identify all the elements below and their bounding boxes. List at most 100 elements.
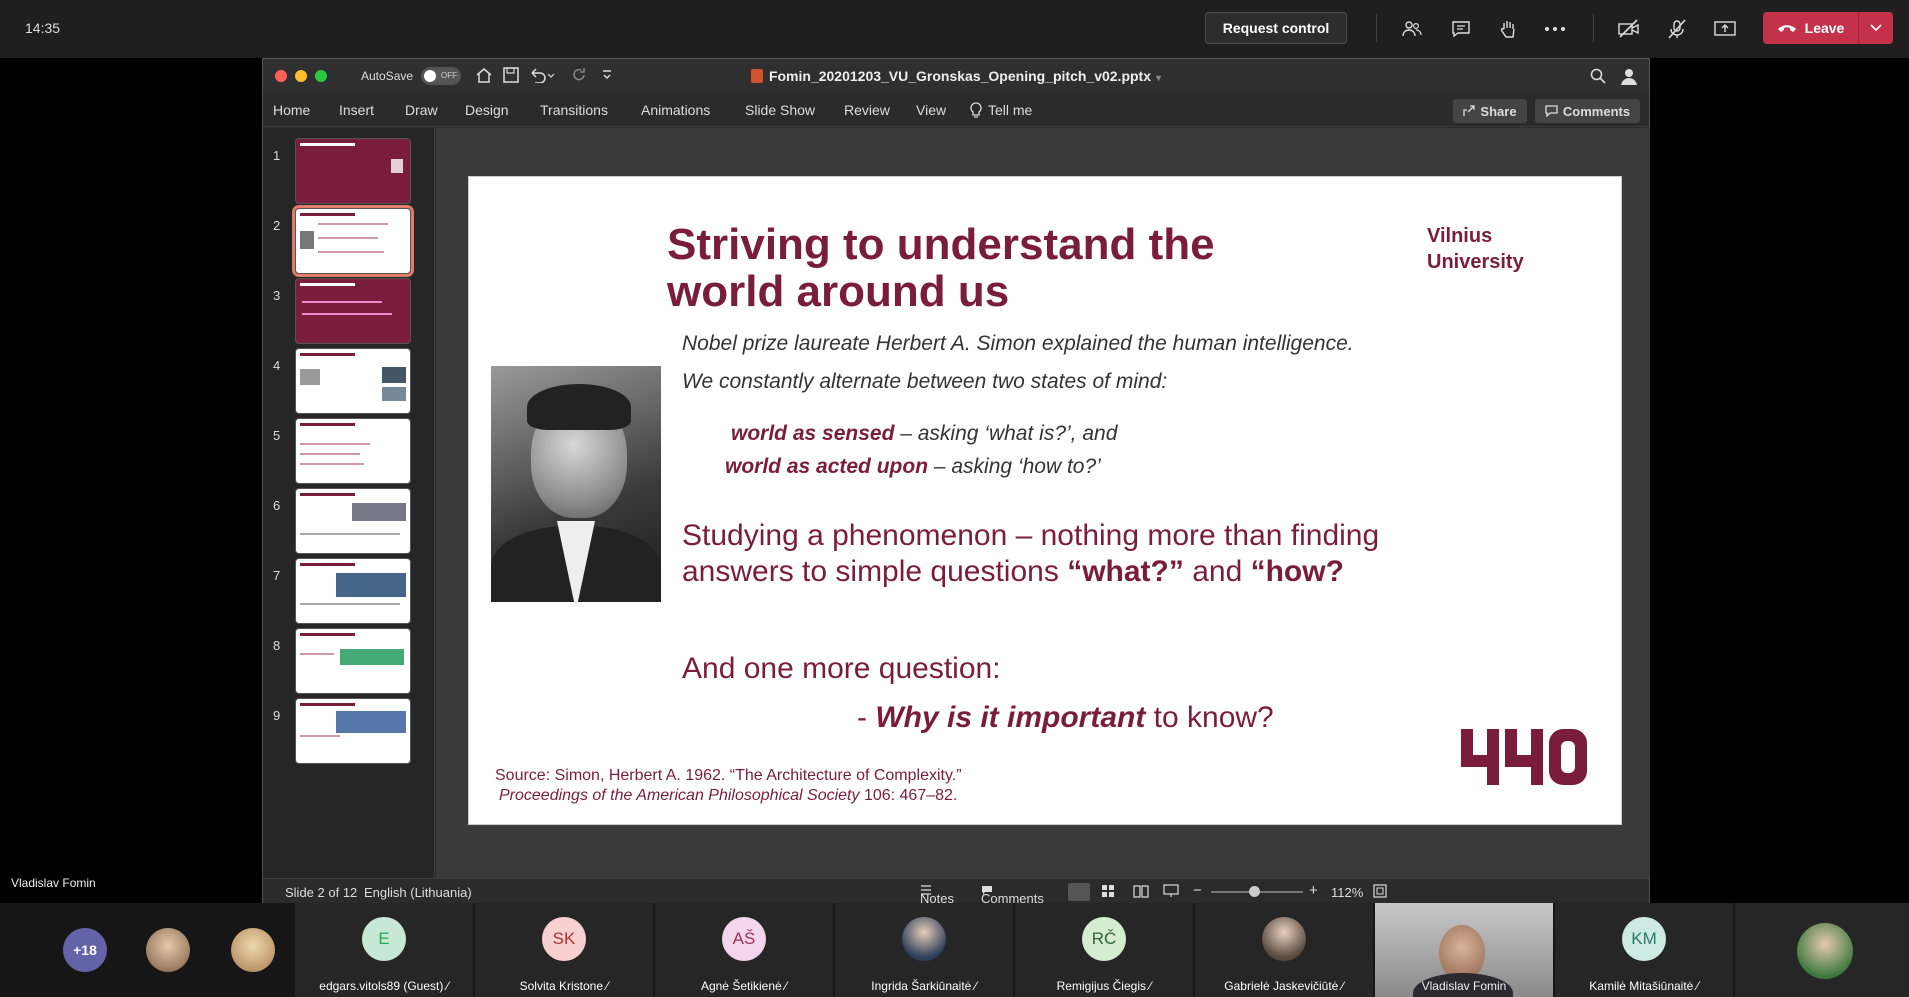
participant-initials: E — [362, 917, 406, 961]
self-view-tile[interactable] — [1735, 903, 1909, 997]
slide-thumbnail[interactable]: 5 — [263, 418, 434, 488]
tab-transitions[interactable]: Transitions — [540, 102, 608, 118]
search-icon[interactable] — [1589, 67, 1607, 85]
share-icon — [1463, 105, 1476, 116]
zoom-out-icon[interactable]: − — [1193, 882, 1202, 899]
leave-main[interactable]: Leave — [1763, 12, 1859, 44]
participants-icon[interactable] — [1397, 14, 1427, 44]
leave-button[interactable]: Leave — [1763, 12, 1893, 44]
tab-home[interactable]: Home — [273, 102, 310, 118]
slide-sorter-icon[interactable] — [1101, 884, 1115, 898]
thumbnail-image[interactable] — [295, 418, 411, 484]
slide-thumbnail[interactable]: 3 — [263, 278, 434, 348]
tab-review[interactable]: Review — [844, 102, 890, 118]
slide-thumbnail[interactable]: 6 — [263, 488, 434, 558]
participant-name: Gabrielė Jaskevičiūtė ⁄ — [1195, 979, 1373, 993]
more-options-icon[interactable] — [1540, 14, 1570, 44]
thumbnail-image[interactable] — [295, 628, 411, 694]
participant-avatar — [902, 917, 946, 961]
tab-design[interactable]: Design — [465, 102, 509, 118]
slide-thumbnail[interactable]: 1 — [263, 138, 434, 208]
zoom-level[interactable]: 112% — [1331, 885, 1363, 900]
participant-name: Vladislav Fomin — [1375, 979, 1553, 993]
name-text: Agnė Šetikienė — [700, 979, 782, 993]
normal-view-icon[interactable] — [1068, 883, 1090, 901]
meeting-clock: 14:35 — [25, 20, 61, 36]
participant-initials: KM — [1622, 917, 1666, 961]
self-avatar — [1797, 923, 1853, 979]
thumbnail-image[interactable] — [292, 205, 414, 277]
comments-button[interactable]: Comments — [1535, 99, 1640, 123]
source-line-2: Proceedings of the American Philosophica… — [499, 787, 957, 805]
thumbnail-image[interactable] — [295, 348, 411, 414]
what-question: “what?” — [1067, 555, 1184, 588]
participant-tile[interactable]: AŠ Agnė Šetikienė ⁄ — [655, 903, 833, 997]
participant-tile[interactable]: E edgars.vitols89 (Guest) ⁄ — [295, 903, 473, 997]
intro-line-2: We constantly alternate between two stat… — [682, 370, 1168, 393]
chat-icon[interactable] — [1446, 14, 1476, 44]
text-part: - — [857, 701, 876, 734]
zoom-slider-handle[interactable] — [1249, 886, 1260, 897]
thumbnail-image[interactable] — [295, 278, 411, 344]
share-button[interactable]: Share — [1453, 99, 1527, 123]
thumbnail-image[interactable] — [295, 138, 411, 204]
why-important-line: - Why is it important to know? — [857, 701, 1274, 735]
zoom-in-icon[interactable]: + — [1309, 882, 1318, 899]
participant-tile[interactable]: Gabrielė Jaskevičiūtė ⁄ — [1195, 903, 1373, 997]
notes-button[interactable]: Notes — [920, 885, 954, 906]
account-icon[interactable] — [1619, 66, 1639, 86]
chevron-down-icon — [1870, 24, 1882, 32]
tab-view[interactable]: View — [916, 102, 946, 118]
share-screen-icon[interactable] — [1710, 14, 1740, 44]
sensed-rest: – asking ‘what is?’, and — [894, 422, 1118, 445]
comment-icon — [1545, 105, 1558, 117]
participant-avatar[interactable] — [146, 928, 190, 972]
participant-tile[interactable]: KM Kamilė Mitašiūnaitė ⁄ — [1555, 903, 1733, 997]
slide-thumbnail[interactable]: 7 — [263, 558, 434, 628]
mic-off-icon: ⁄ — [1149, 979, 1152, 993]
request-control-button[interactable]: Request control — [1205, 12, 1347, 44]
sensed-bold: world as sensed — [731, 422, 895, 445]
tab-slide-show[interactable]: Slide Show — [745, 102, 815, 118]
participant-name: Remigijus Čiegis ⁄ — [1015, 979, 1193, 993]
tell-me[interactable]: Tell me — [970, 102, 1032, 118]
thumbnail-image[interactable] — [295, 488, 411, 554]
slide-number: 4 — [273, 358, 281, 373]
participant-video-tile[interactable]: Vladislav Fomin — [1375, 903, 1553, 997]
chevron-down-icon[interactable]: ▾ — [1156, 73, 1161, 84]
participant-avatar[interactable] — [231, 928, 275, 972]
tab-insert[interactable]: Insert — [339, 102, 374, 118]
slide-thumbnail[interactable]: 4 — [263, 348, 434, 418]
participant-tile[interactable]: RČ Remigijus Čiegis ⁄ — [1015, 903, 1193, 997]
slide-thumbnail-panel[interactable]: 1 2 3 4 5 6 7 8 9 — [263, 128, 435, 878]
thumbnail-image[interactable] — [295, 698, 411, 764]
mic-off-icon: ⁄ — [1341, 979, 1344, 993]
presenter-name-tag: Vladislav Fomin — [11, 876, 96, 890]
status-comments-button[interactable]: Comments — [981, 885, 1044, 906]
slide-thumbnail[interactable]: 9 — [263, 698, 434, 768]
camera-off-icon[interactable] — [1614, 14, 1644, 44]
language-indicator[interactable]: English (Lithuania) — [364, 885, 472, 900]
raise-hand-icon[interactable] — [1493, 14, 1523, 44]
slide-number: 9 — [273, 708, 281, 723]
slide[interactable]: Striving to understand the world around … — [468, 176, 1622, 825]
intro-line-1: Nobel prize laureate Herbert A. Simon ex… — [682, 332, 1354, 355]
slide-thumbnail[interactable]: 8 — [263, 628, 434, 698]
source-journal: Proceedings of the American Philosophica… — [499, 787, 860, 804]
more-participants-badge[interactable]: +18 — [63, 928, 107, 972]
reading-view-icon[interactable] — [1133, 884, 1149, 898]
thumbnail-image[interactable] — [295, 558, 411, 624]
leave-dropdown[interactable] — [1859, 24, 1893, 32]
meeting-top-bar: 14:35 Request control Leave — [0, 0, 1909, 58]
slide-thumbnail-selected[interactable]: 2 — [263, 205, 434, 278]
fit-slide-icon[interactable] — [1373, 884, 1387, 898]
comments-label: Comments — [1562, 103, 1631, 119]
mic-off-icon: ⁄ — [606, 979, 609, 993]
participant-initials: SK — [542, 917, 586, 961]
tab-animations[interactable]: Animations — [641, 102, 710, 118]
tab-draw[interactable]: Draw — [405, 102, 438, 118]
participant-tile[interactable]: Ingrida Šarkiūnaitė ⁄ — [835, 903, 1013, 997]
mic-off-icon[interactable] — [1662, 14, 1692, 44]
slideshow-icon[interactable] — [1163, 884, 1179, 898]
participant-tile[interactable]: SK Solvita Kristone ⁄ — [475, 903, 653, 997]
